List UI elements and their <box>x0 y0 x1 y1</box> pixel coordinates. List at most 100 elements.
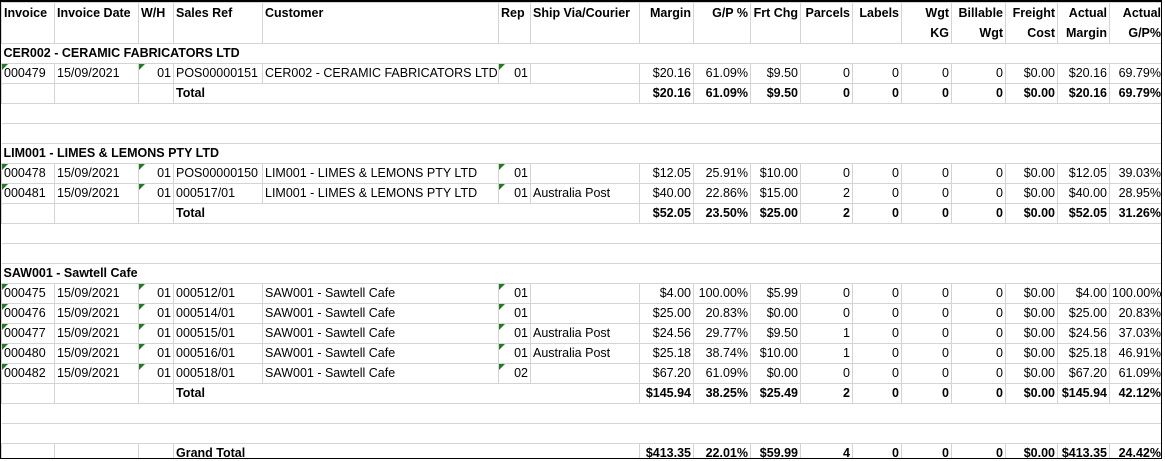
cell-invoice[interactable]: 000480 <box>1 343 55 364</box>
grand-total-labels[interactable]: 0 <box>852 443 902 458</box>
cell-margin[interactable]: $20.16 <box>639 63 694 84</box>
grand-total-freight-cost[interactable]: $0.00 <box>1005 443 1058 458</box>
cell[interactable] <box>54 83 139 104</box>
cell-margin[interactable]: $67.20 <box>639 363 694 384</box>
cell-billable-wgt[interactable]: 0 <box>951 323 1006 344</box>
cell-actual-margin[interactable]: $67.20 <box>1057 363 1110 384</box>
cell-invoice[interactable]: 000482 <box>1 363 55 384</box>
cell-actual-g-p-[interactable]: 28.95% <box>1109 183 1161 204</box>
cell-rep[interactable]: 01 <box>498 303 531 324</box>
cell-actual-g-p-[interactable]: 100.00% <box>1109 283 1161 304</box>
cell-margin[interactable]: $25.00 <box>639 303 694 324</box>
total-actual-g-p-[interactable]: 69.79% <box>1109 83 1161 104</box>
cell-w-h[interactable]: 01 <box>138 63 174 84</box>
cell-ship-via-courier[interactable] <box>530 363 640 384</box>
cell-rep[interactable]: 02 <box>498 363 531 384</box>
cell-invoice-date[interactable]: 15/09/2021 <box>54 183 139 204</box>
total-wgt-kg[interactable]: 0 <box>901 383 952 404</box>
total-parcels[interactable]: 2 <box>800 383 853 404</box>
cell-parcels[interactable]: 0 <box>800 63 853 84</box>
cell-customer[interactable]: LIM001 - LIMES & LEMONS PTY LTD <box>262 163 499 184</box>
cell-labels[interactable]: 0 <box>852 323 902 344</box>
cell-actual-margin[interactable]: $24.56 <box>1057 323 1110 344</box>
empty-row-cell[interactable] <box>1 403 1161 424</box>
total-margin[interactable]: $20.16 <box>639 83 694 104</box>
grand-total-wgt-kg[interactable]: 0 <box>901 443 952 458</box>
cell-g-p-[interactable]: 38.74% <box>693 343 751 364</box>
cell-g-p-[interactable]: 100.00% <box>693 283 751 304</box>
total-wgt-kg[interactable]: 0 <box>901 83 952 104</box>
grand-total-actual-margin[interactable]: $413.35 <box>1057 443 1110 458</box>
cell-billable-wgt[interactable]: 0 <box>951 283 1006 304</box>
cell-sales-ref[interactable]: POS00000150 <box>173 163 263 184</box>
total-frt-chg[interactable]: $25.49 <box>750 383 801 404</box>
cell-billable-wgt[interactable]: 0 <box>951 183 1006 204</box>
total-labels[interactable]: 0 <box>852 83 902 104</box>
cell-parcels[interactable]: 0 <box>800 163 853 184</box>
cell[interactable] <box>1 83 55 104</box>
cell-margin[interactable]: $24.56 <box>639 323 694 344</box>
total-g-p-[interactable]: 61.09% <box>693 83 751 104</box>
cell-rep[interactable]: 01 <box>498 323 531 344</box>
cell-w-h[interactable]: 01 <box>138 323 174 344</box>
cell-frt-chg[interactable]: $9.50 <box>750 63 801 84</box>
cell-actual-g-p-[interactable]: 20.83% <box>1109 303 1161 324</box>
cell-customer[interactable]: SAW001 - Sawtell Cafe <box>262 363 499 384</box>
cell-ship-via-courier[interactable] <box>530 283 640 304</box>
cell[interactable] <box>138 383 174 404</box>
cell-invoice-date[interactable]: 15/09/2021 <box>54 323 139 344</box>
total-frt-chg[interactable]: $25.00 <box>750 203 801 224</box>
grand-total-actual-g-p-[interactable]: 24.42% <box>1109 443 1161 458</box>
empty-row-cell[interactable] <box>1 243 1161 264</box>
cell-billable-wgt[interactable]: 0 <box>951 343 1006 364</box>
cell-actual-g-p-[interactable]: 46.91% <box>1109 343 1161 364</box>
cell-wgt-kg[interactable]: 0 <box>901 183 952 204</box>
cell-wgt-kg[interactable]: 0 <box>901 303 952 324</box>
total-labels[interactable]: 0 <box>852 203 902 224</box>
cell-actual-margin[interactable]: $12.05 <box>1057 163 1110 184</box>
cell-labels[interactable]: 0 <box>852 283 902 304</box>
grand-total-billable-wgt[interactable]: 0 <box>951 443 1006 458</box>
cell-invoice[interactable]: 000477 <box>1 323 55 344</box>
cell-frt-chg[interactable]: $9.50 <box>750 323 801 344</box>
total-margin[interactable]: $145.94 <box>639 383 694 404</box>
cell-invoice-date[interactable]: 15/09/2021 <box>54 343 139 364</box>
cell-invoice-date[interactable]: 15/09/2021 <box>54 363 139 384</box>
total-freight-cost[interactable]: $0.00 <box>1005 83 1058 104</box>
cell-actual-margin[interactable]: $25.18 <box>1057 343 1110 364</box>
cell-w-h[interactable]: 01 <box>138 343 174 364</box>
cell-freight-cost[interactable]: $0.00 <box>1005 323 1058 344</box>
cell-wgt-kg[interactable]: 0 <box>901 63 952 84</box>
cell-billable-wgt[interactable]: 0 <box>951 163 1006 184</box>
cell-customer[interactable]: CER002 - CERAMIC FABRICATORS LTD <box>262 63 499 84</box>
cell-g-p-[interactable]: 22.86% <box>693 183 751 204</box>
total-g-p-[interactable]: 23.50% <box>693 203 751 224</box>
cell-billable-wgt[interactable]: 0 <box>951 63 1006 84</box>
total-actual-margin[interactable]: $52.05 <box>1057 203 1110 224</box>
cell-invoice-date[interactable]: 15/09/2021 <box>54 163 139 184</box>
cell-freight-cost[interactable]: $0.00 <box>1005 363 1058 384</box>
cell-g-p-[interactable]: 20.83% <box>693 303 751 324</box>
cell-labels[interactable]: 0 <box>852 343 902 364</box>
cell-actual-margin[interactable]: $40.00 <box>1057 183 1110 204</box>
total-billable-wgt[interactable]: 0 <box>951 383 1006 404</box>
cell-w-h[interactable]: 01 <box>138 303 174 324</box>
cell-invoice-date[interactable]: 15/09/2021 <box>54 63 139 84</box>
cell-g-p-[interactable]: 25.91% <box>693 163 751 184</box>
cell-ship-via-courier[interactable]: Australia Post <box>530 183 640 204</box>
total-labels[interactable]: 0 <box>852 383 902 404</box>
cell-labels[interactable]: 0 <box>852 163 902 184</box>
cell-frt-chg[interactable]: $0.00 <box>750 303 801 324</box>
cell-w-h[interactable]: 01 <box>138 363 174 384</box>
total-g-p-[interactable]: 38.25% <box>693 383 751 404</box>
grand-total-parcels[interactable]: 4 <box>800 443 853 458</box>
cell-labels[interactable]: 0 <box>852 183 902 204</box>
total-actual-g-p-[interactable]: 42.12% <box>1109 383 1161 404</box>
cell[interactable] <box>54 383 139 404</box>
cell-rep[interactable]: 01 <box>498 183 531 204</box>
cell-w-h[interactable]: 01 <box>138 283 174 304</box>
cell-customer[interactable]: LIM001 - LIMES & LEMONS PTY LTD <box>262 183 499 204</box>
cell-parcels[interactable]: 1 <box>800 343 853 364</box>
cell-wgt-kg[interactable]: 0 <box>901 343 952 364</box>
cell-invoice[interactable]: 000476 <box>1 303 55 324</box>
